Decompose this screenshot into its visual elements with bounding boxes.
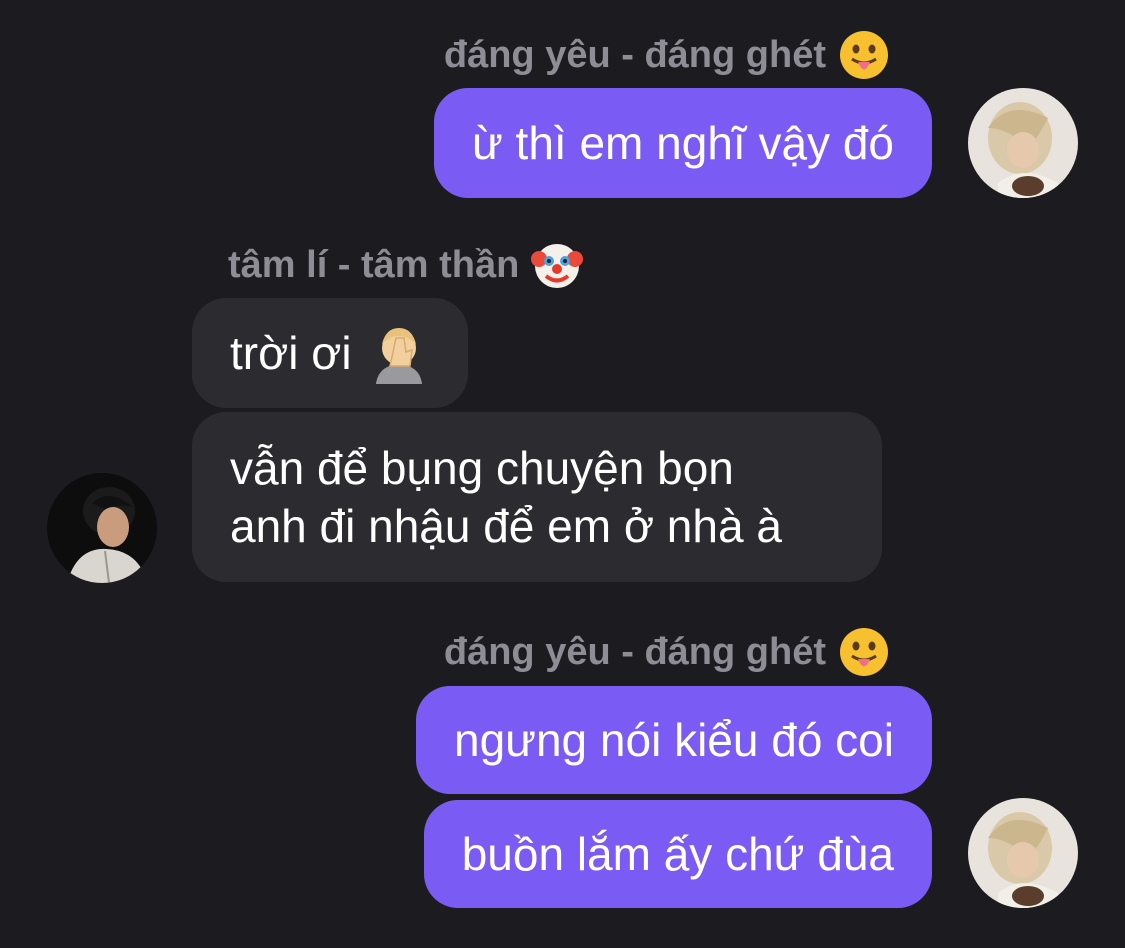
clown-face-icon [531, 239, 584, 291]
sender-name: đáng yêu - đáng ghét [444, 626, 890, 678]
message-text: ngưng nói kiểu đó coi [454, 714, 894, 766]
message-text: buồn lắm ấy chứ đùa [461, 828, 894, 880]
outgoing-message-bubble[interactable]: ừ thì em nghĩ vậy đó [433, 88, 932, 198]
outgoing-message-bubble[interactable]: ngưng nói kiểu đó coi [416, 686, 932, 794]
avatar-photo [968, 88, 1078, 198]
sender-name: đáng yêu - đáng ghét [444, 29, 890, 81]
outgoing-message-bubble[interactable]: buồn lắm ấy chứ đùa [423, 800, 932, 908]
face-with-tongue-icon [838, 626, 890, 678]
incoming-message-bubble[interactable]: vẫn để bụng chuyện bọn anh đi nhậu để em… [192, 412, 882, 582]
sender-name: tâm lí - tâm thần [228, 239, 584, 291]
message-text: trời ơi [230, 327, 352, 379]
avatar[interactable] [47, 473, 157, 583]
avatar-photo [47, 473, 157, 583]
sender-name-text: đáng yêu - đáng ghét [443, 34, 826, 76]
avatar-photo [968, 798, 1078, 908]
sender-name-text: đáng yêu - đáng ghét [443, 631, 826, 673]
avatar[interactable] [968, 88, 1078, 198]
face-palm-icon [368, 322, 430, 384]
chat-screen: { "messages": [ {"sender": "đáng yêu - đ… [0, 0, 1125, 948]
message-text: ừ thì em nghĩ vậy đó [471, 117, 894, 169]
sender-name-text: tâm lí - tâm thần [228, 244, 520, 286]
incoming-message-bubble[interactable]: trời ơi [192, 298, 468, 408]
avatar[interactable] [968, 798, 1078, 908]
message-text-line: anh đi nhậu để em ở nhà à [230, 500, 782, 552]
face-with-tongue-icon [838, 29, 890, 81]
message-text-line: vẫn để bụng chuyện bọn [230, 442, 734, 494]
